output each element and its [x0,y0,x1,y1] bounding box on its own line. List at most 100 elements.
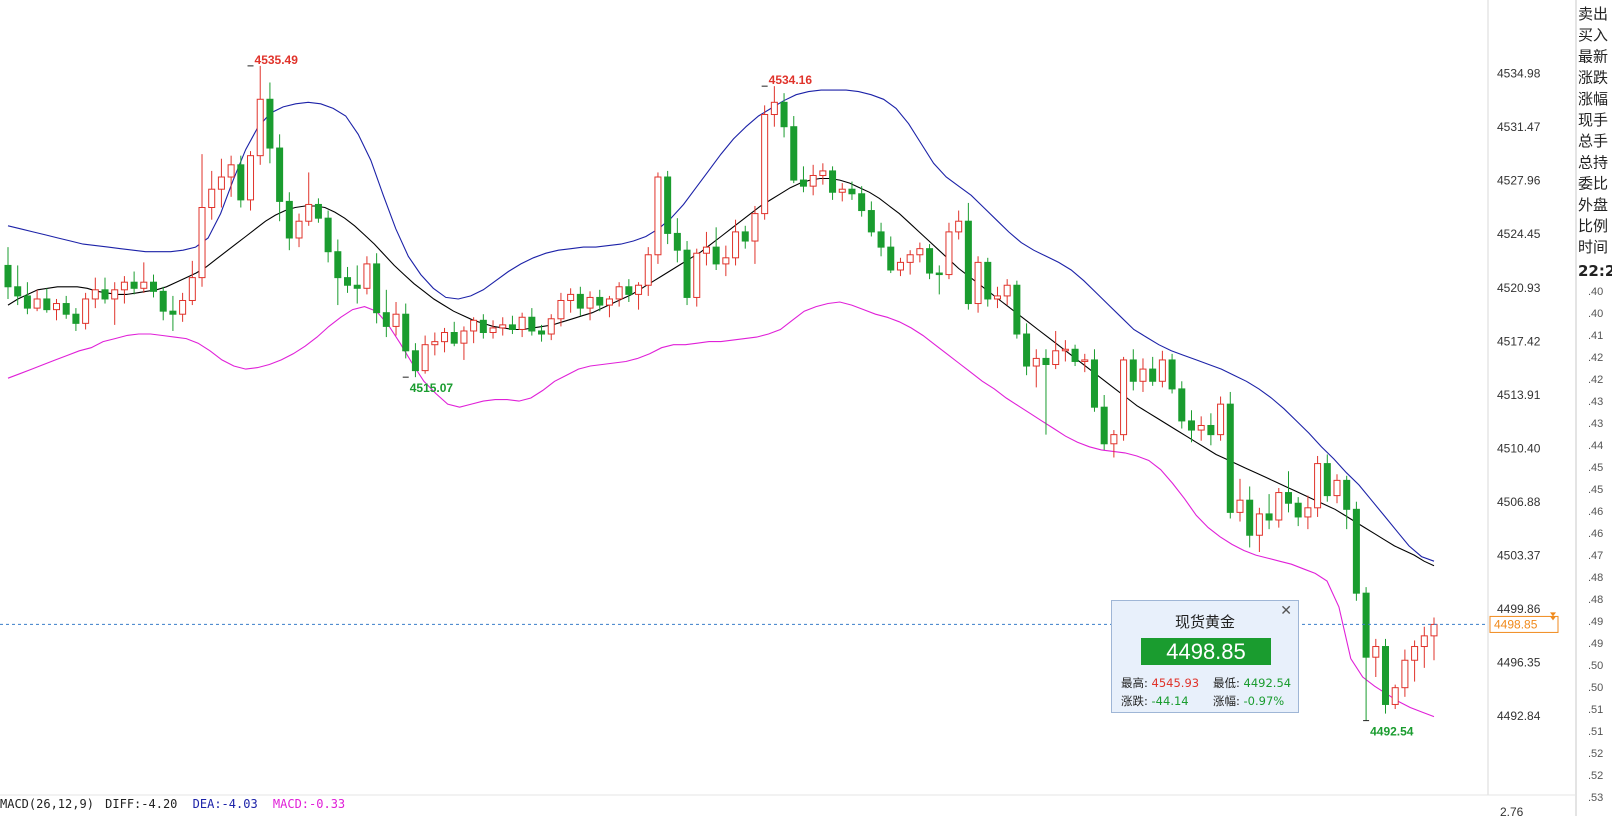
y-tick-label: 4506.88 [1497,495,1541,509]
candle-up [91,289,99,300]
sidebar-item-label: 买入 [1578,26,1608,44]
candle-down [402,313,410,352]
candle-up [1003,284,1011,297]
info-pct: 涨幅: -0.97% [1213,693,1284,709]
candle-up [305,203,313,222]
candle-down [1023,333,1031,367]
sidebar-time-row: .46 [1588,528,1603,540]
candle-down [1246,499,1254,536]
candle-down [159,290,167,312]
candle-down [741,231,749,242]
close-icon[interactable]: ✕ [1280,603,1292,619]
candle-up [1430,623,1438,637]
sidebar-time-row: .42 [1588,374,1603,386]
candle-down [712,246,720,265]
candle-down [1284,492,1292,504]
candle-down [1090,359,1098,408]
candle-up [470,319,478,332]
candle-up [761,114,769,215]
sidebar-item-label: 涨跌 [1578,69,1608,87]
sidebar-time-row: .42 [1588,352,1603,364]
current-price-line: 4498.85 [0,612,1559,633]
candle-up [1372,646,1380,658]
macd-axis-tick: 2.76 [1500,805,1524,816]
candle-up [1255,513,1263,536]
candle-up [693,252,701,298]
candle-down [237,164,245,201]
sidebar-item-label: 委比 [1578,175,1608,193]
candle-up [615,286,623,300]
y-tick-label: 4492.84 [1497,709,1541,723]
sidebar-item-label: 涨幅 [1578,90,1608,108]
candle-down [964,220,972,305]
candle-up [1401,659,1409,689]
sidebar-time-row: .45 [1588,484,1603,496]
candle-down [848,188,856,195]
info-low-label: 最低: [1213,676,1240,690]
sidebar-time-row: .50 [1588,682,1603,694]
candle-down [14,286,22,297]
sidebar-item-label: 现手 [1578,111,1608,129]
sidebar-time-row: .46 [1588,506,1603,518]
sidebar-time-row: .50 [1588,660,1603,672]
candle-up [208,188,216,209]
low-annotation: 4492.54 [1370,725,1414,739]
candle-up [1391,687,1399,705]
candle-down [780,101,788,128]
candle-up [722,257,730,265]
candle-up [1217,403,1225,436]
candle-down [1178,388,1186,422]
candle-down [23,295,31,309]
candle-up [82,298,90,324]
candle-down [984,261,992,300]
candle-down [926,248,934,274]
candle-down [101,289,109,300]
candle-up [441,332,449,343]
candle-up [188,277,196,301]
sidebar-time-row: .52 [1588,770,1603,782]
candle-down [799,179,807,187]
candle-up [1158,359,1166,382]
candle-up [227,164,235,178]
candle-down [1352,508,1360,594]
candle-up [1110,434,1118,445]
middle-band-line [7,177,1435,567]
sidebar-time-row: .48 [1588,594,1603,606]
candle-down [1265,513,1273,521]
candle-up [33,298,41,309]
candle-up [1275,492,1283,521]
sidebar-time-value: 22:21 [1578,262,1612,280]
candle-down [314,203,322,219]
candle-down [1381,646,1390,705]
candle-up [1304,507,1312,518]
candle-up [217,176,225,190]
candle-up [644,254,652,286]
candle-down [1013,284,1021,335]
candle-up [955,220,963,233]
y-tick-label: 4517.42 [1497,334,1541,348]
candle-up [547,318,555,335]
candle-up [567,293,575,301]
candle-down [1294,502,1302,518]
candle-down [508,324,516,330]
candle-up [654,176,662,256]
candle-up [974,261,982,305]
candle-up [363,263,371,289]
candle-down [935,272,943,276]
sidebar-item-label: 卖出 [1578,5,1608,23]
candle-up [460,330,468,344]
candle-up [1333,479,1341,497]
candle-down [1168,359,1176,390]
info-pct-label: 涨幅: [1213,694,1240,708]
candle-up [111,289,119,300]
candle-down [382,312,390,327]
candle-up [1052,350,1060,366]
candle-up [896,261,904,271]
candle-down [1226,403,1234,513]
candle-down [528,316,536,332]
candle-down [673,232,681,251]
sidebar-time-row: .40 [1588,286,1603,298]
candlestick-chart[interactable]: 4534.98 4531.47 4527.96 4524.45 4520.93 4517.… [0,0,1612,816]
candle-up [635,284,643,295]
candle-down [683,249,691,298]
